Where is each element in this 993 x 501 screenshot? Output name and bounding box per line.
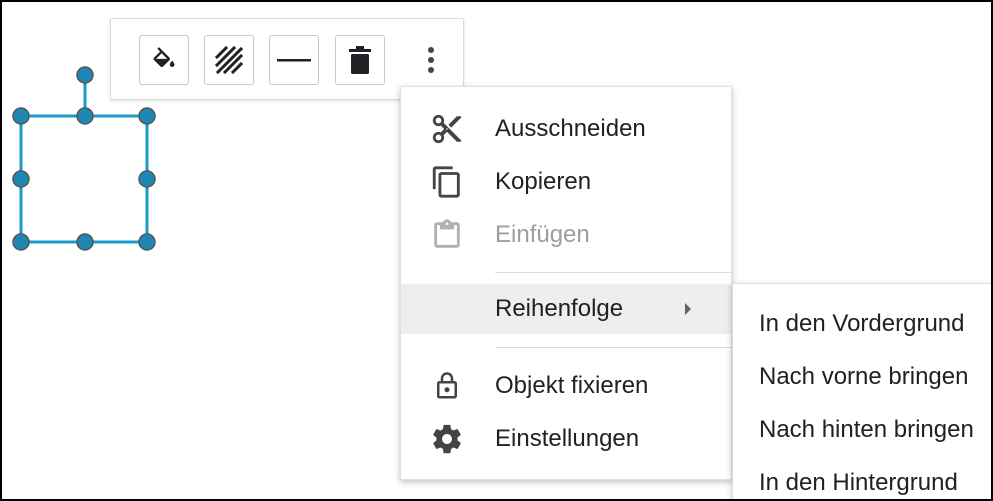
resize-handle-right[interactable] xyxy=(138,170,156,188)
menu-item-lock-object[interactable]: Objekt fixieren xyxy=(401,361,731,411)
copy-icon xyxy=(432,166,460,198)
order-submenu: In den Vordergrund Nach vorne bringen Na… xyxy=(732,283,991,499)
submenu-item-bring-to-front[interactable]: In den Vordergrund xyxy=(733,298,991,350)
submenu-item-send-to-back[interactable]: In den Hintergrund xyxy=(733,457,991,499)
shape-outline[interactable] xyxy=(19,114,149,244)
submenu-item-send-backward[interactable]: Nach hinten bringen xyxy=(733,404,991,456)
resize-handle-bottom-right[interactable] xyxy=(138,233,156,251)
menu-item-order[interactable]: Reihenfolge xyxy=(401,284,731,334)
hatch-pattern-icon xyxy=(214,45,244,75)
border-style-button[interactable] xyxy=(204,35,254,85)
submenu-item-label: Nach hinten bringen xyxy=(759,416,974,443)
more-options-button[interactable] xyxy=(411,35,451,85)
fill-color-button[interactable] xyxy=(139,35,189,85)
more-vertical-icon xyxy=(428,47,434,73)
menu-item-label: Einfügen xyxy=(495,221,590,248)
menu-item-label: Reihenfolge xyxy=(495,295,624,322)
delete-button[interactable] xyxy=(335,35,385,85)
canvas-area[interactable]: Ausschneiden Kopieren Einfügen Reihenfol… xyxy=(0,0,993,501)
context-menu: Ausschneiden Kopieren Einfügen Reihenfol… xyxy=(400,86,732,480)
gear-icon xyxy=(433,424,461,454)
resize-handle-bottom[interactable] xyxy=(76,233,94,251)
menu-item-label: Kopieren xyxy=(495,168,592,195)
submenu-arrow-icon xyxy=(685,303,691,315)
scissors-icon xyxy=(432,114,462,144)
resize-handle-top-left[interactable] xyxy=(12,107,30,125)
paint-bucket-icon xyxy=(153,47,175,67)
submenu-item-label: Nach vorne bringen xyxy=(759,363,969,390)
submenu-item-bring-forward[interactable]: Nach vorne bringen xyxy=(733,351,991,403)
resize-handle-top-right[interactable] xyxy=(138,107,156,125)
resize-handle-bottom-left[interactable] xyxy=(12,233,30,251)
menu-item-label: Einstellungen xyxy=(495,425,640,452)
trash-icon xyxy=(349,46,371,74)
resize-handle-top[interactable] xyxy=(76,107,94,125)
menu-item-settings[interactable]: Einstellungen xyxy=(401,414,731,464)
submenu-item-label: In den Hintergrund xyxy=(759,469,958,496)
menu-item-copy[interactable]: Kopieren xyxy=(401,157,731,207)
menu-divider xyxy=(495,272,731,273)
clipboard-icon xyxy=(434,219,460,248)
menu-item-paste[interactable]: Einfügen xyxy=(401,210,731,260)
menu-item-label: Objekt fixieren xyxy=(495,372,649,399)
lock-icon xyxy=(437,372,457,399)
menu-divider xyxy=(495,347,731,348)
menu-item-label: Ausschneiden xyxy=(495,115,646,142)
line-weight-button[interactable] xyxy=(269,35,319,85)
menu-item-cut[interactable]: Ausschneiden xyxy=(401,104,731,154)
rotation-handle[interactable] xyxy=(76,66,94,84)
horizontal-line-icon xyxy=(277,59,311,62)
submenu-item-label: In den Vordergrund xyxy=(759,310,965,337)
resize-handle-left[interactable] xyxy=(12,170,30,188)
